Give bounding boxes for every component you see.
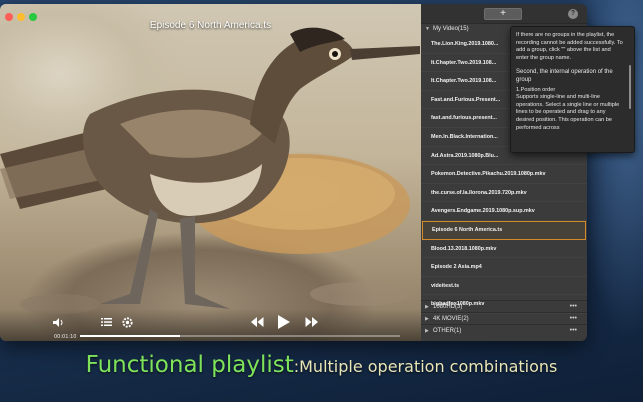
video-frame[interactable]: Episode 6 North America.ts 00:01:10 <box>0 4 421 341</box>
tooltip-subheading: 1.Position order <box>516 86 556 93</box>
group-name: 4K MOVIE(2) <box>433 315 469 322</box>
elapsed-time: 00:01:10 <box>54 334 77 340</box>
add-group-button[interactable]: + <box>484 8 522 20</box>
group-name: 1080HD(3) <box>433 303 463 310</box>
playlist-item[interactable]: videitest.ts <box>421 277 587 296</box>
speaker-icon[interactable] <box>52 317 64 330</box>
disclosure-triangle-right-icon[interactable]: ▶ <box>425 301 430 313</box>
help-button[interactable]: ? <box>568 9 578 19</box>
collapsed-groups: ▶ 1080HD(3) ••• ▶ 4K MOVIE(2) ••• ▶ OTHE… <box>421 300 587 336</box>
promo-caption: Functional playlist :Multiple operation … <box>0 352 643 386</box>
fast-forward-icon[interactable] <box>305 317 318 329</box>
caption-sub: :Multiple operation combinations <box>293 357 558 376</box>
playlist-item[interactable]: the.curse.of.la.llorona.2019.720p.mkv <box>421 184 587 203</box>
playlist-item-active[interactable]: Episode 6 North America.ts <box>422 220 586 240</box>
group-name: My Video(15) <box>433 26 469 32</box>
group-header-1080hd[interactable]: ▶ 1080HD(3) ••• <box>421 300 587 312</box>
gear-icon[interactable] <box>121 316 134 331</box>
tooltip-scrollbar[interactable] <box>629 65 631 109</box>
more-options-icon[interactable]: ••• <box>570 313 577 325</box>
group-header-other[interactable]: ▶ OTHER(1) ••• <box>421 324 587 336</box>
player-window: Episode 6 North America.ts 00:01:10 + ? <box>0 4 587 341</box>
list-icon[interactable] <box>101 317 112 329</box>
group-header-4k-movie[interactable]: ▶ 4K MOVIE(2) ••• <box>421 312 587 324</box>
tooltip-heading: Second, the internal operation of the gr… <box>516 69 613 83</box>
more-options-icon[interactable]: ••• <box>570 325 577 337</box>
playlist-item[interactable]: Pokemon.Detective.Pikachu.2019.1080p.mkv <box>421 165 587 184</box>
disclosure-triangle-down-icon[interactable]: ▼ <box>425 24 430 35</box>
help-tooltip: If there are no groups in the playlist, … <box>510 26 635 153</box>
video-title: Episode 6 North America.ts <box>149 20 272 31</box>
more-options-icon[interactable]: ••• <box>570 301 577 313</box>
playlist-item[interactable]: Episode 2 Asia.mp4 <box>421 258 587 277</box>
tooltip-intro: If there are no groups in the playlist, … <box>516 32 623 61</box>
roadrunner-image <box>0 27 420 314</box>
seek-bar-progress <box>80 335 180 337</box>
playlist-item[interactable]: Avengers.Endgame.2019.1080p.sup.mkv <box>421 202 587 221</box>
disclosure-triangle-right-icon[interactable]: ▶ <box>425 325 430 337</box>
playlist-item[interactable]: Blood.13.2018.1080p.mkv <box>421 240 587 259</box>
tooltip-body: Supports single-line and multi-line oper… <box>516 94 620 131</box>
playlist-toolbar: + ? <box>421 4 587 24</box>
disclosure-triangle-right-icon[interactable]: ▶ <box>425 313 430 325</box>
group-name: OTHER(1) <box>433 327 462 334</box>
caption-main: Functional playlist <box>85 352 294 378</box>
play-icon[interactable] <box>278 315 290 331</box>
rewind-icon[interactable] <box>251 317 264 329</box>
